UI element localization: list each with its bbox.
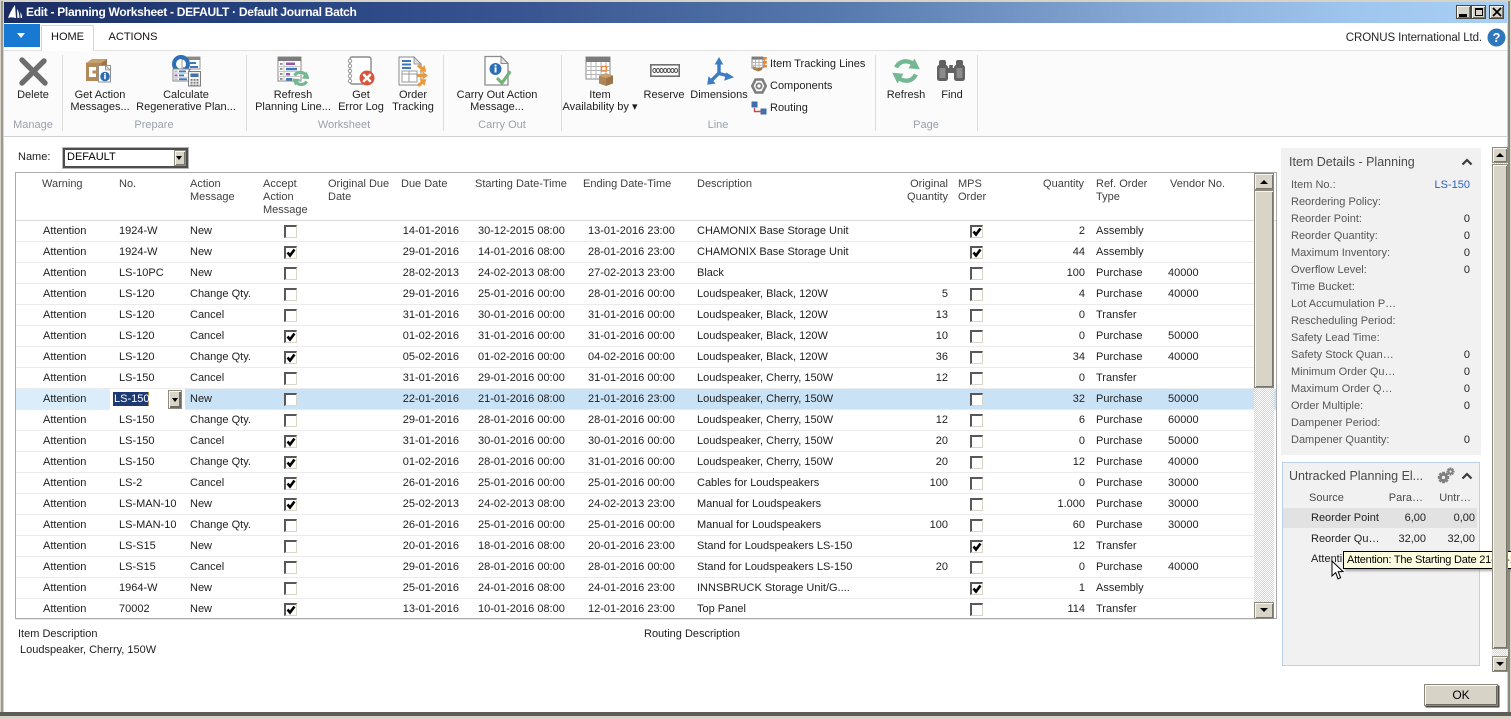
svg-text:?: ? [1493, 30, 1501, 45]
